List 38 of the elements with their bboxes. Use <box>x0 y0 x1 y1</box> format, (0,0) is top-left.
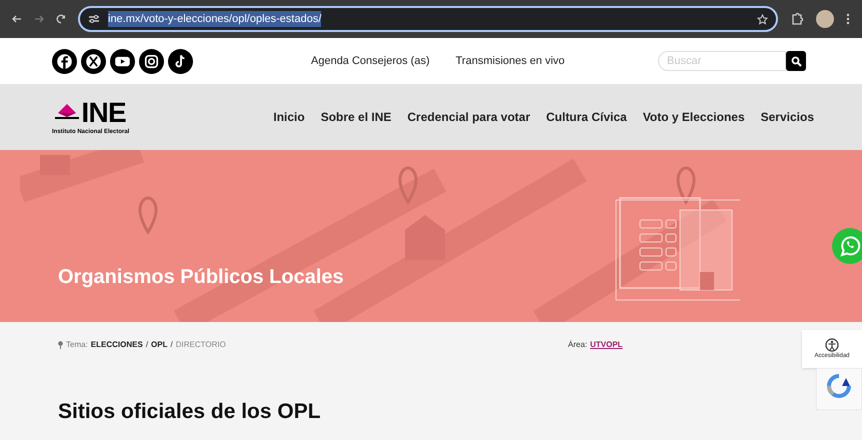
breadcrumb-current: DIRECTORIO <box>176 339 226 351</box>
youtube-icon[interactable] <box>110 48 135 74</box>
accessibility-icon <box>825 338 839 352</box>
x-logo-icon[interactable] <box>81 48 106 74</box>
back-icon[interactable] <box>12 14 22 24</box>
logo-text: INE <box>81 99 126 127</box>
profile-avatar[interactable] <box>816 10 834 28</box>
area-link[interactable]: UTVOPL <box>590 339 623 351</box>
area-label: Área: <box>568 339 588 351</box>
top-link[interactable]: Transmisiones en vivo <box>456 52 565 70</box>
breadcrumb-link[interactable]: OPL <box>151 339 168 351</box>
breadcrumb-label: Tema: <box>66 339 88 351</box>
whatsapp-icon[interactable] <box>832 228 862 264</box>
section-heading: Sitios oficiales de los OPL <box>58 399 322 425</box>
search-icon <box>790 56 802 66</box>
menu-icon[interactable] <box>846 13 850 25</box>
facebook-icon[interactable] <box>52 48 77 74</box>
site-settings-icon[interactable] <box>88 14 100 24</box>
top-link[interactable]: Agenda Consejeros (as) <box>311 52 430 70</box>
nav-link[interactable]: Cultura Cívica <box>546 108 627 126</box>
breadcrumb-separator: / <box>170 339 173 351</box>
map-pin-icon <box>58 341 63 349</box>
tiktok-icon[interactable] <box>168 48 193 74</box>
search-button[interactable] <box>786 51 806 71</box>
extensions-icon[interactable] <box>790 12 804 26</box>
breadcrumb-separator: / <box>146 339 148 351</box>
forward-icon[interactable] <box>34 14 44 24</box>
instagram-icon[interactable] <box>139 48 164 74</box>
nav-link[interactable]: Inicio <box>273 108 305 126</box>
breadcrumb-link[interactable]: ELECCIONES <box>90 339 143 351</box>
nav-link[interactable]: Sobre el INE <box>320 108 392 126</box>
bookmark-star-icon[interactable] <box>757 14 768 24</box>
nav-link[interactable]: Voto y Elecciones <box>642 108 745 126</box>
reload-icon[interactable] <box>56 14 66 24</box>
nav-link[interactable]: Servicios <box>760 108 814 126</box>
hero-title: Organismos Públicos Locales <box>58 265 344 290</box>
recaptcha-icon[interactable] <box>816 368 862 410</box>
nav-link[interactable]: Credencial para votar <box>407 108 530 126</box>
